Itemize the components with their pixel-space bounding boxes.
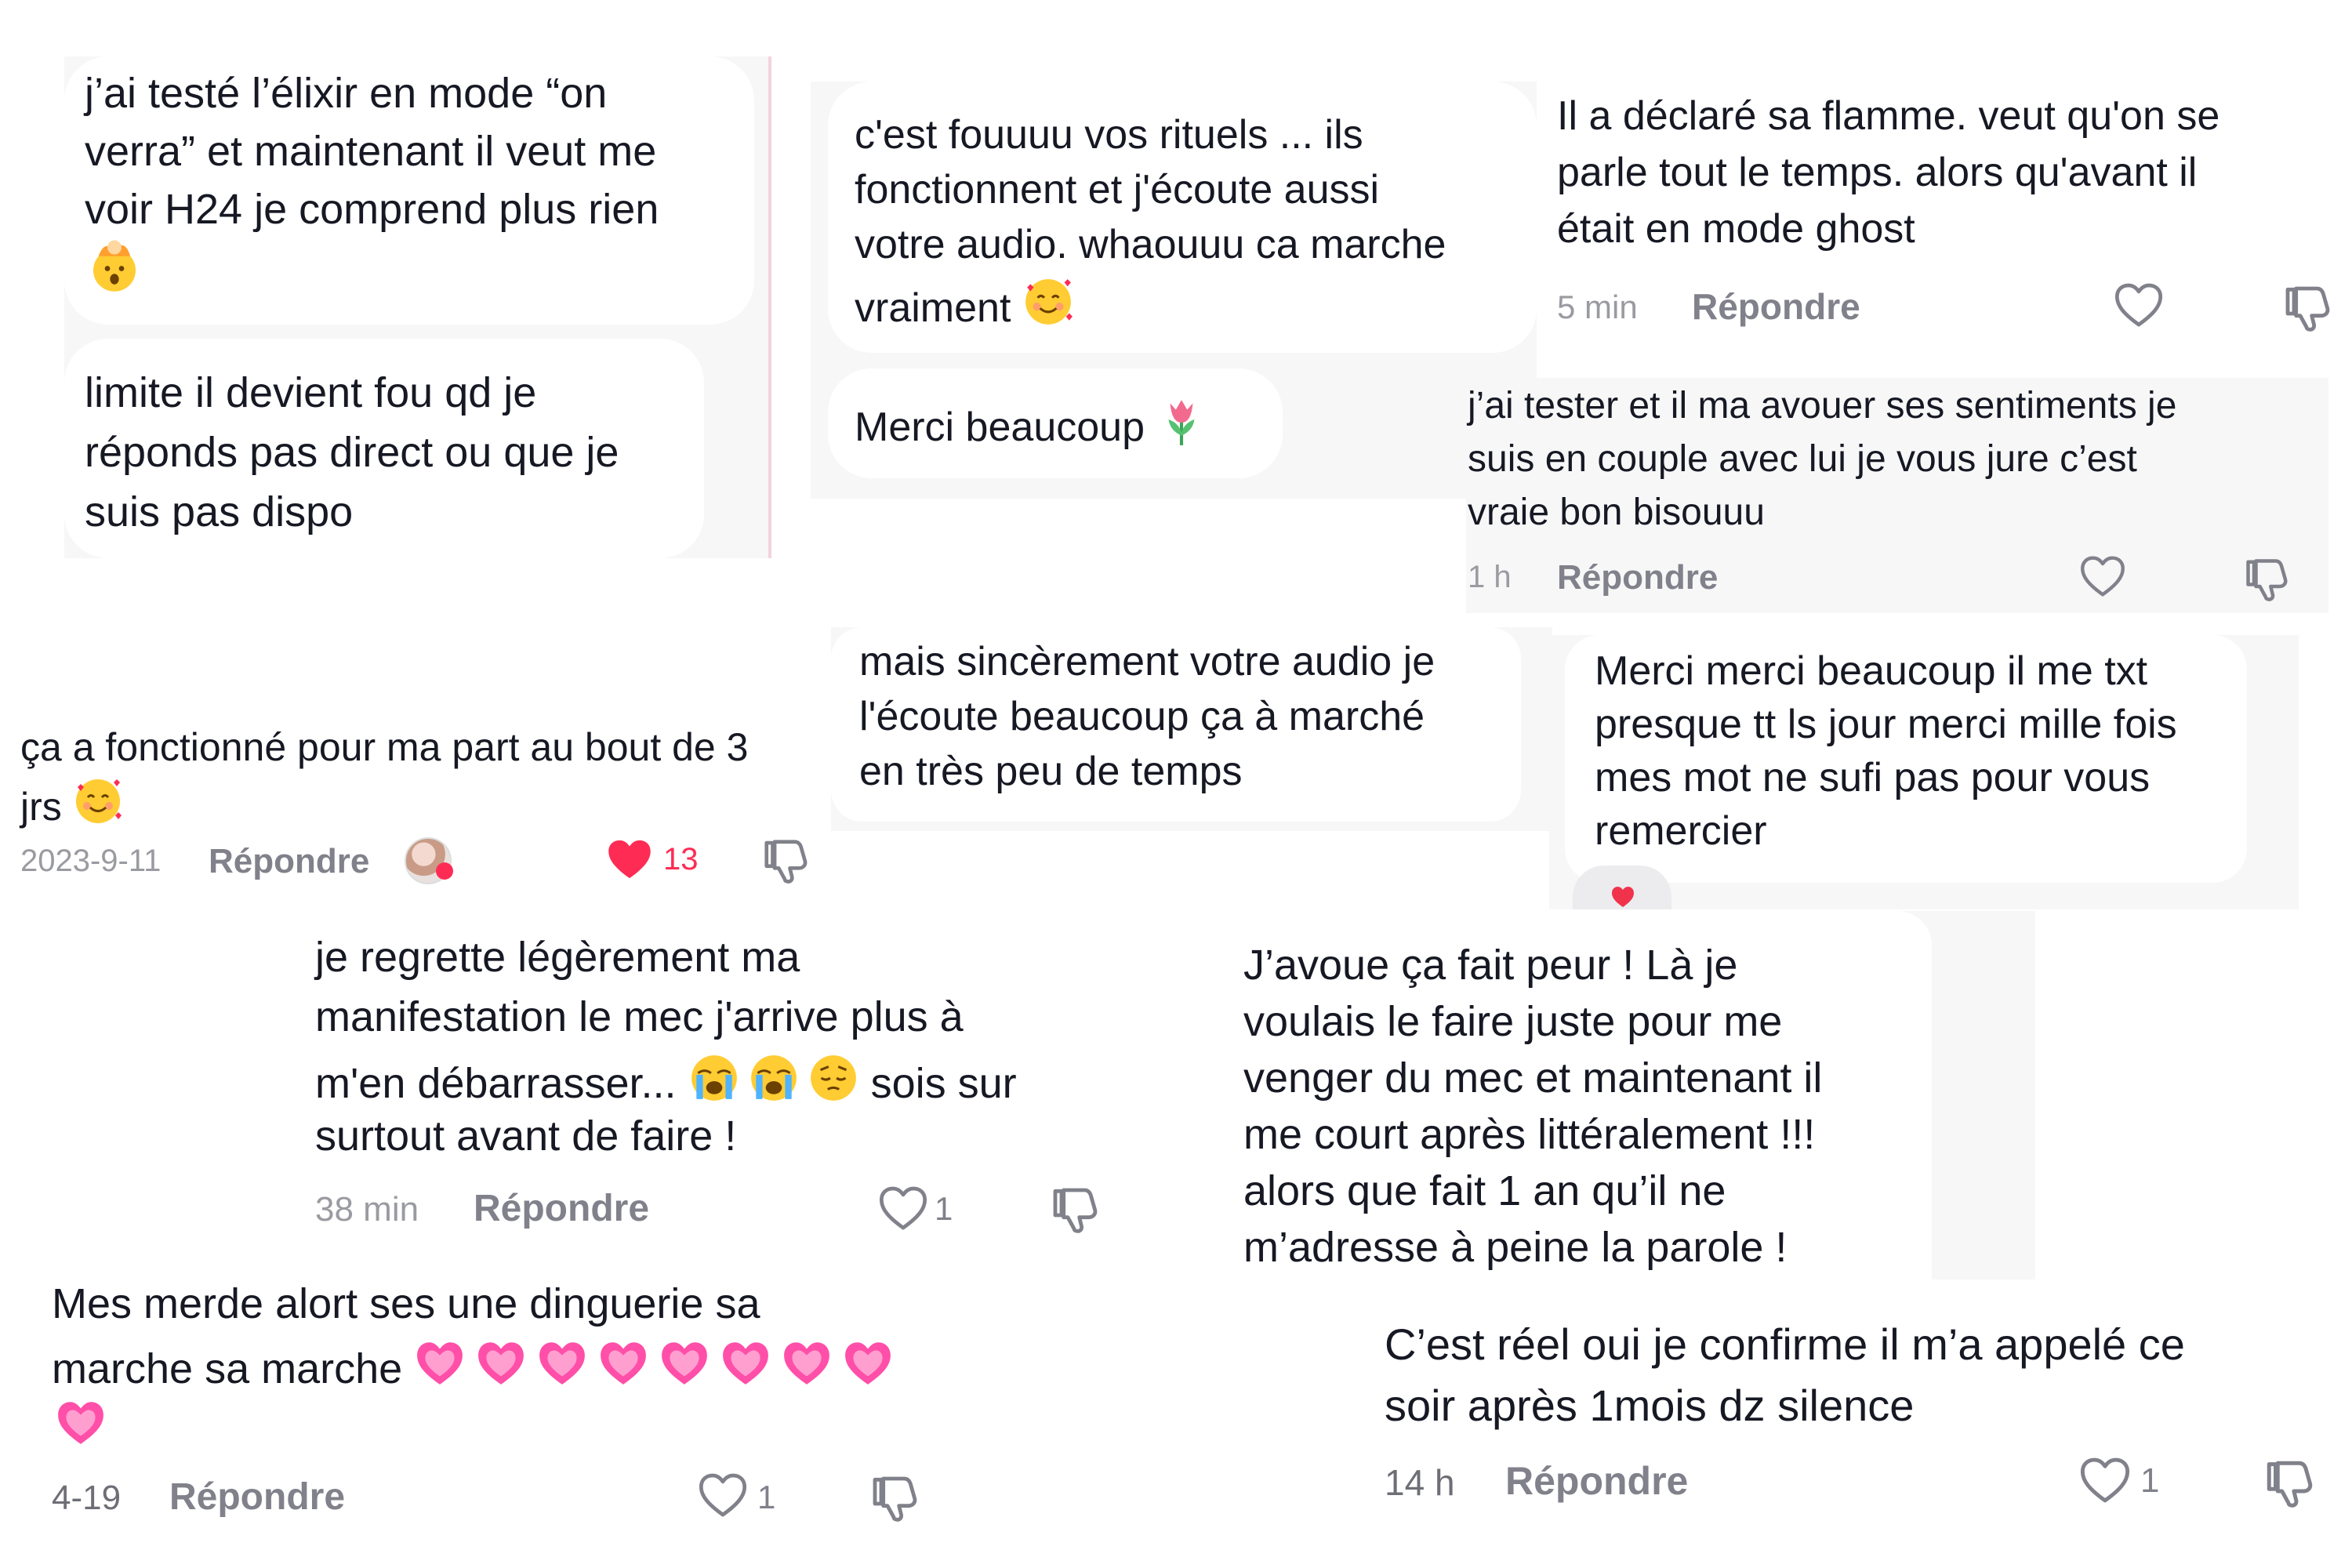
- comment-text-c6-line2: suis en couple avec lui je vous jure c’e…: [1468, 438, 2137, 480]
- comment-time-c10: 38 min: [315, 1190, 419, 1229]
- dislike-icon[interactable]: [2263, 1457, 2314, 1508]
- growing-heart-emoji: [659, 1338, 710, 1389]
- comment-text-c10-tail: sois sur: [870, 1060, 1017, 1107]
- comment-text-c4-word: Merci beaucoup: [855, 405, 1145, 450]
- comment-text-c12-line2: marche sa marche: [52, 1338, 903, 1393]
- like-heart-icon[interactable]: [2079, 555, 2126, 597]
- comment-text-c6-line3: vraie bon bisouuu: [1468, 492, 1765, 533]
- comment-time-c5: 5 min: [1557, 289, 1638, 325]
- dislike-icon[interactable]: [1049, 1184, 1099, 1234]
- comment-text-c6-line1: j’ai tester et il ma avouer ses sentimen…: [1468, 385, 2177, 426]
- comment-text-c3-line3: votre audio. whaouuu ca marche: [855, 222, 1446, 267]
- comment-text-c11-line2: voulais le faire juste pour me: [1243, 998, 1783, 1045]
- comment-text-c7-word: jrs: [20, 785, 62, 829]
- reply-button-c5[interactable]: Répondre: [1692, 285, 1860, 328]
- like-count-c7: 13: [663, 842, 699, 877]
- comment-time-c7: 2023-9-11: [20, 844, 162, 878]
- dislike-icon[interactable]: [2242, 555, 2289, 602]
- comment-text-c7-line2: jrs: [20, 776, 123, 829]
- reply-button-c13[interactable]: Répondre: [1505, 1458, 1688, 1504]
- comment-time-c12: 4-19: [52, 1479, 122, 1517]
- comment-text-c8-line1: mais sincèrement votre audio je: [859, 639, 1436, 684]
- like-heart-icon[interactable]: [2079, 1457, 2131, 1504]
- comment-text-c9-line4: remercier: [1595, 808, 1767, 854]
- exploding-head-emoji: [86, 237, 143, 293]
- like-count-c10: 1: [935, 1190, 953, 1227]
- comment-text-c7-line1: ça a fonctionné pour ma part au bout de …: [20, 725, 749, 769]
- growing-heart-emoji: [536, 1338, 588, 1389]
- reply-button-c10[interactable]: Répondre: [474, 1187, 649, 1230]
- growing-heart-emoji: [475, 1338, 527, 1389]
- like-heart-icon[interactable]: [698, 1472, 748, 1518]
- smiling-face-with-hearts-emoji: [1022, 276, 1074, 328]
- loudly-crying-face-emoji: [748, 1052, 800, 1104]
- comment-text-c11-line5: alors que fait 1 an qu’il ne: [1243, 1167, 1726, 1214]
- panel-edge: [768, 56, 771, 558]
- comment-text-c2-line1: limite il devient fou qd je: [85, 369, 537, 416]
- comment-text-c5-line3: était en mode ghost: [1557, 206, 1915, 252]
- growing-heart-emoji: [597, 1338, 649, 1389]
- comment-text-c11-line3: venger du mec et maintenant il: [1243, 1054, 1823, 1102]
- growing-heart-emoji-row: [414, 1345, 903, 1392]
- comment-text-c3-line4: vraiment: [855, 276, 1074, 332]
- red-heart-reaction-icon: [1601, 884, 1645, 909]
- comment-text-c1-line2: verra” et maintenant il veut me: [85, 128, 657, 175]
- reply-button-c6[interactable]: Répondre: [1557, 558, 1718, 597]
- comment-text-c2-line2: réponds pas direct ou que je: [85, 429, 619, 476]
- comment-text-c1-line3: voir H24 je comprend plus rien: [85, 186, 659, 233]
- like-heart-icon[interactable]: [2114, 282, 2164, 328]
- like-count-c12: 1: [757, 1479, 776, 1515]
- like-heart-icon[interactable]: [878, 1185, 928, 1231]
- like-count-c13: 1: [2140, 1461, 2160, 1500]
- dislike-icon[interactable]: [760, 836, 809, 884]
- comment-text-c8-line3: en très peu de temps: [859, 749, 1243, 794]
- growing-heart-emoji: [414, 1338, 466, 1389]
- growing-heart-emoji: [720, 1338, 771, 1389]
- growing-heart-emoji: [55, 1397, 107, 1449]
- loudly-crying-face-emoji: [688, 1052, 740, 1104]
- comment-text-c2-line3: suis pas dispo: [85, 488, 354, 535]
- growing-heart-emoji: [842, 1338, 894, 1389]
- smiling-face-with-hearts-emoji: [73, 776, 123, 826]
- comment-text-c1-line1: j’ai testé l’élixir en mode “on: [85, 70, 608, 117]
- creator-liked-badge: [436, 862, 453, 880]
- comment-text-c5-line1: Il a déclaré sa flamme. veut qu'on se: [1557, 93, 2220, 139]
- dislike-icon[interactable]: [869, 1472, 919, 1523]
- comment-text-c3-line2: fonctionnent et j'écoute aussi: [855, 167, 1380, 212]
- tulip-emoji: [1156, 395, 1207, 447]
- comment-text-c11-line6: m’adresse à peine la parole !: [1243, 1224, 1788, 1271]
- comment-text-c11-line4: me court après littéralement !!!: [1243, 1111, 1816, 1158]
- comment-text-c9-line1: Merci merci beaucoup il me txt: [1595, 648, 2148, 694]
- dislike-icon[interactable]: [2281, 282, 2332, 332]
- comment-text-c12-part: marche sa marche: [52, 1345, 403, 1392]
- comment-text-c3-line1: c'est fouuuu vos rituels ... ils: [855, 112, 1363, 158]
- comment-text-c9-line2: presque tt ls jour merci mille fois: [1595, 702, 2177, 747]
- reply-button-c7[interactable]: Répondre: [209, 842, 369, 881]
- comment-text-c10-line4: surtout avant de faire !: [315, 1112, 737, 1160]
- comment-text-c12-line1: Mes merde alort ses une dinguerie sa: [52, 1280, 760, 1327]
- comment-time-c13: 14 h: [1385, 1462, 1455, 1503]
- reply-button-c12[interactable]: Répondre: [169, 1475, 345, 1519]
- comment-text-c13-line2: soir après 1mois dz silence: [1385, 1381, 1915, 1430]
- comment-text-c11-line1: J’avoue ça fait peur ! Là je: [1243, 942, 1738, 989]
- comment-time-c6: 1 h: [1468, 560, 1512, 594]
- pensive-face-emoji: [808, 1052, 859, 1104]
- comment-text-c5-line2: parle tout le temps. alors qu'avant il: [1557, 150, 2198, 195]
- comment-text-c10-line3: m'en débarrasser... sois sur: [315, 1052, 1017, 1108]
- liked-heart-icon[interactable]: [605, 837, 654, 881]
- comment-text-c4: Merci beaucoup: [855, 395, 1207, 451]
- comment-text-c3-word: vraiment: [855, 285, 1011, 331]
- comment-text-c10-part: m'en débarrasser...: [315, 1060, 677, 1107]
- comment-text-c10-line2: manifestation le mec j'arrive plus à: [315, 993, 964, 1040]
- comment-text-c9-line3: mes mot ne sufi pas pour vous: [1595, 755, 2151, 800]
- comment-text-c13-line1: C’est réel oui je confirme il m’a appelé…: [1385, 1319, 2185, 1369]
- comment-text-c10-line1: je regrette légèrement ma: [315, 934, 800, 981]
- comment-text-c8-line2: l'écoute beaucoup ça à marché: [859, 694, 1425, 739]
- growing-heart-emoji: [781, 1338, 833, 1389]
